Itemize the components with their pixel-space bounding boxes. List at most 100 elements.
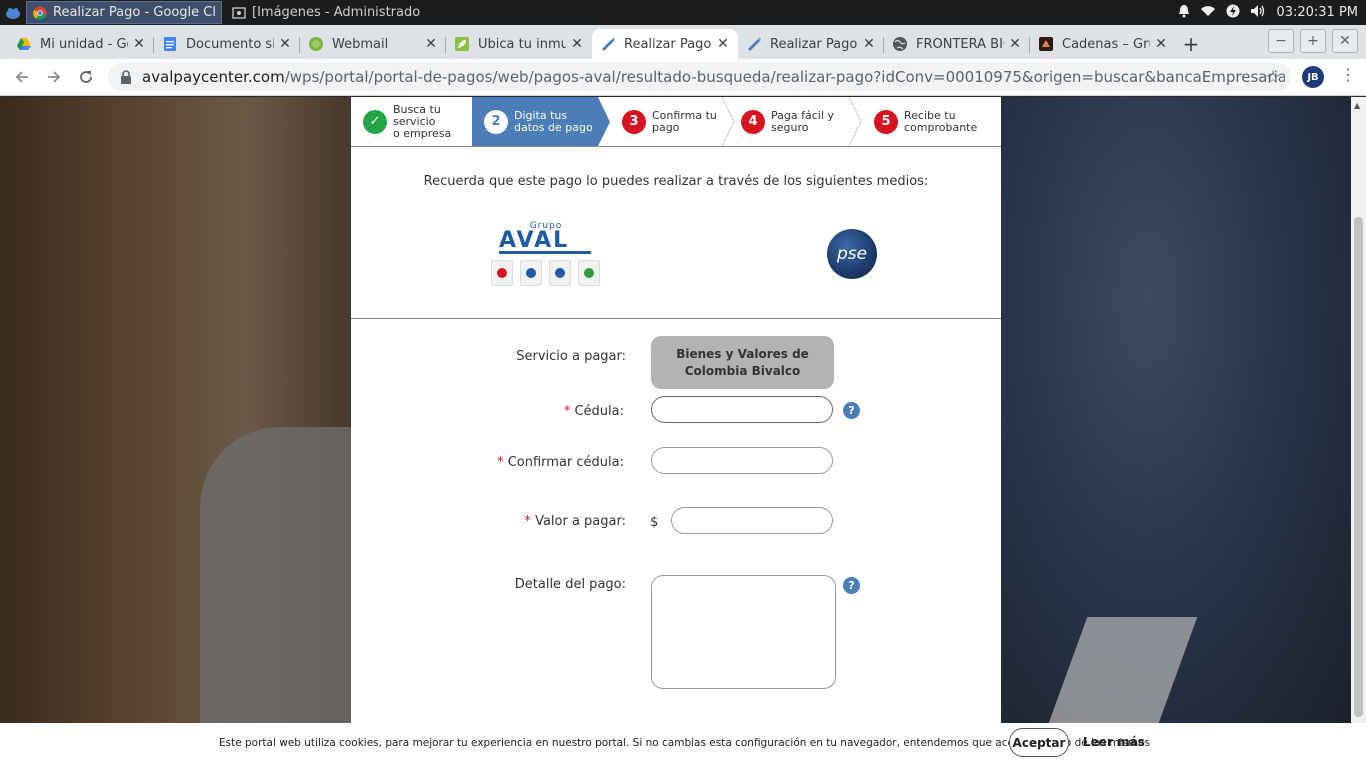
window-controls: − + ✕ — [1268, 29, 1358, 53]
help-icon[interactable]: ? — [843, 577, 860, 594]
close-icon[interactable]: ✕ — [1008, 36, 1022, 52]
bell-icon[interactable] — [1178, 4, 1190, 22]
tab-realizar-pago[interactable]: Realizar Pago ✕ — [738, 29, 884, 59]
close-icon[interactable]: ✕ — [862, 36, 876, 52]
tab-cadenas[interactable]: Cadenas – Gru ✕ — [1030, 29, 1176, 59]
step-number: 5 — [874, 109, 898, 134]
step-5: 5 Recibe tu comprobante — [856, 97, 1001, 146]
tab-mi-unidad[interactable]: Mi unidad - Go ✕ — [8, 29, 154, 59]
webmail-icon — [309, 37, 323, 51]
grupo-aval-logo[interactable]: Grupo AVAL — [491, 221, 601, 254]
progress-stepper: ✓ Busca tu servicio o empresa 2 Digita tu… — [351, 97, 1001, 147]
service-value: Bienes y Valores de Colombia Bivalco — [651, 336, 834, 389]
page-scrollbar[interactable]: ▲ — [1351, 97, 1366, 768]
tab-realizar-pago-active[interactable]: Realizar Pago ✕ — [592, 29, 738, 59]
bookmark-star-icon[interactable]: ☆ — [1265, 67, 1281, 88]
scroll-up-icon[interactable]: ▲ — [1354, 101, 1360, 110]
cedula-label-text: Cédula: — [574, 404, 624, 419]
amount-label: * Valor a pagar: — [346, 514, 626, 529]
aval-logo-main: AVAL — [499, 228, 570, 253]
new-tab-button[interactable]: + — [1176, 29, 1206, 59]
taskbar-item-label: [Imágenes - Administrador d... — [252, 5, 420, 20]
step-3: 3 Confirma tu pago — [598, 97, 735, 146]
step-number: 3 — [622, 109, 646, 134]
aval-bank-icons — [491, 260, 600, 286]
payment-card: ✓ Busca tu servicio o empresa 2 Digita tu… — [351, 97, 1001, 768]
close-icon[interactable]: ✕ — [278, 36, 292, 52]
detail-textarea[interactable] — [651, 575, 836, 689]
banco-popular-icon — [520, 260, 542, 286]
cedula-input[interactable] — [651, 396, 833, 423]
step-label-line2: comprobante — [904, 120, 978, 134]
detail-label: Detalle del pago: — [514, 577, 626, 592]
tab-label: Cadenas – Gru — [1062, 36, 1150, 52]
page-viewport: ✓ Busca tu servicio o empresa 2 Digita tu… — [0, 97, 1366, 768]
step-label-line2: o empresa — [393, 126, 452, 140]
url-path: /wps/portal/portal-de-pagos/web/pagos-av… — [284, 68, 1285, 86]
tab-label: Realizar Pago — [624, 36, 712, 52]
step-label-line2: seguro — [771, 120, 809, 134]
taskbar-item-image-manager[interactable]: [Imágenes - Administrador d... — [226, 1, 426, 24]
tab-label: Ubica tu inmue — [478, 36, 566, 52]
browser-tab-strip: Mi unidad - Go ✕ Documento sin ✕ Webmail… — [0, 25, 1366, 59]
close-icon[interactable]: ✕ — [716, 36, 730, 52]
avalpay-icon — [602, 37, 615, 51]
payment-methods-notice: Recuerda que este pago lo puedes realiza… — [423, 174, 929, 189]
banco-bogota-icon — [491, 260, 513, 286]
step-label-line2: datos de pago — [514, 120, 593, 134]
profile-avatar[interactable]: JB — [1302, 66, 1324, 88]
volume-icon[interactable] — [1250, 4, 1266, 22]
browser-toolbar: avalpaycenter.com/wps/portal/portal-de-p… — [0, 59, 1366, 96]
close-icon[interactable]: ✕ — [424, 36, 438, 52]
close-icon[interactable]: ✕ — [132, 36, 146, 52]
banco-av-villas-icon — [578, 260, 600, 286]
taskbar-item-chrome[interactable]: Realizar Pago - Google Chro... — [26, 1, 222, 24]
tab-documento[interactable]: Documento sin ✕ — [154, 29, 300, 59]
reload-button[interactable] — [70, 61, 102, 93]
tab-ubica-inmueble[interactable]: Ubica tu inmue ✕ — [446, 29, 592, 59]
forward-button[interactable] — [38, 61, 70, 93]
more-vert-icon[interactable]: ⋮ — [1340, 65, 1356, 84]
address-bar[interactable]: avalpaycenter.com/wps/portal/portal-de-p… — [108, 62, 1291, 92]
wifi-icon[interactable] — [1200, 5, 1216, 21]
cedula-label: * Cédula: — [344, 404, 624, 419]
back-button[interactable] — [6, 61, 38, 93]
tab-frontera-bio[interactable]: FRONTERA BIO ✕ — [884, 29, 1030, 59]
help-icon[interactable]: ? — [843, 402, 860, 419]
read-more-link[interactable]: Leer más — [1083, 735, 1145, 749]
image-viewer-icon — [232, 6, 246, 19]
confirm-cedula-input[interactable] — [651, 447, 833, 474]
step-arrow — [598, 97, 610, 146]
site-logo-icon — [1039, 37, 1053, 51]
maximize-button[interactable]: + — [1300, 29, 1326, 53]
scrollbar-thumb[interactable] — [1354, 217, 1363, 717]
os-taskbar: Realizar Pago - Google Chro... [Imágenes… — [0, 0, 1366, 25]
amount-label-text: Valor a pagar: — [535, 514, 626, 529]
globe-icon — [893, 37, 907, 51]
step-label-line1: Busca tu servicio — [393, 102, 441, 128]
clock: 03:20:31 PM — [1276, 5, 1358, 20]
amount-input[interactable] — [671, 507, 833, 534]
pse-logo[interactable]: pse — [827, 229, 877, 279]
arrow-left-icon — [15, 71, 28, 83]
url-host: avalpaycenter.com — [142, 68, 285, 86]
close-icon[interactable]: ✕ — [1154, 36, 1168, 52]
tab-label: Documento sin — [186, 36, 274, 52]
currency-symbol: $ — [650, 515, 659, 530]
close-window-button[interactable]: ✕ — [1332, 29, 1358, 53]
os-menu-icon[interactable] — [0, 0, 26, 25]
accept-cookies-button[interactable]: Aceptar — [1009, 728, 1069, 757]
minimize-button[interactable]: − — [1268, 29, 1294, 53]
required-mark: * — [497, 455, 504, 470]
step-2-current: 2 Digita tus datos de pago — [472, 97, 610, 146]
confirm-cedula-label-text: Confirmar cédula: — [507, 455, 624, 470]
step-label-line2: pago — [652, 120, 680, 134]
system-tray: 03:20:31 PM — [1178, 0, 1358, 25]
taskbar-item-label: Realizar Pago - Google Chro... — [53, 5, 215, 20]
power-icon[interactable] — [1226, 4, 1240, 22]
close-icon[interactable]: ✕ — [570, 36, 584, 52]
avalpay-icon — [748, 37, 761, 51]
background-photo-person — [200, 427, 360, 768]
tab-webmail[interactable]: Webmail ✕ — [300, 29, 446, 59]
lock-icon — [121, 70, 131, 84]
